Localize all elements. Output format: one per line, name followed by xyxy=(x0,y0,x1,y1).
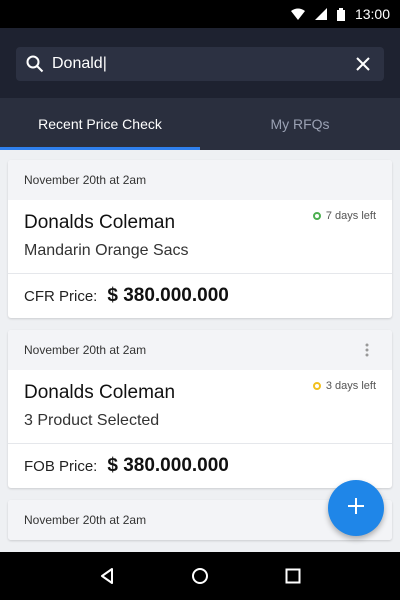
product-name: Mandarin Orange Sacs xyxy=(24,242,189,259)
recents-square-icon xyxy=(285,568,301,584)
card-date: November 20th at 2am xyxy=(24,173,147,187)
status-dot-icon xyxy=(312,382,321,390)
price-label: CFR Price: xyxy=(24,287,98,305)
card-body: Donalds Coleman Mandarin Orange Sacs 7 d… xyxy=(8,200,392,274)
add-button[interactable] xyxy=(328,480,384,536)
battery-icon xyxy=(336,7,345,21)
back-button[interactable] xyxy=(95,564,119,588)
price-value: $ 380.000.000 xyxy=(107,285,229,306)
product-name: 3 Product Selected xyxy=(24,412,160,429)
clear-search-icon[interactable] xyxy=(354,55,372,73)
days-left-badge: 3 days left xyxy=(312,380,376,392)
status-time: 13:00 xyxy=(354,6,390,22)
tab-label: Recent Price Check xyxy=(38,116,162,132)
card-body: Donalds Coleman 3 Product Selected 3 day… xyxy=(8,370,392,444)
home-circle-icon xyxy=(191,568,208,584)
recents-button[interactable] xyxy=(281,564,305,588)
price-label: FOB Price: xyxy=(24,457,98,475)
price-check-card[interactable]: November 20th at 2am Donalds Coleman 3 P… xyxy=(8,330,392,488)
price-check-card[interactable]: November 20th at 2am Donalds Coleman Man… xyxy=(8,160,392,318)
search-input[interactable] xyxy=(52,55,354,73)
tab-bar: Recent Price Check My RFQs xyxy=(0,98,400,150)
days-left-text: 3 days left xyxy=(325,380,376,392)
signal-icon xyxy=(314,8,327,20)
card-footer: CFR Price: $ 380.000.000 xyxy=(8,274,392,318)
status-dot-icon xyxy=(312,212,321,220)
price-value: $ 380.000.000 xyxy=(107,455,229,476)
days-left-text: 7 days left xyxy=(325,210,376,222)
tab-recent-price-check[interactable]: Recent Price Check xyxy=(0,98,200,150)
home-button[interactable] xyxy=(188,564,212,588)
search-icon xyxy=(26,55,44,73)
card-header: November 20th at 2am xyxy=(8,160,392,200)
card-date: November 20th at 2am xyxy=(24,343,147,357)
more-options-icon[interactable] xyxy=(358,341,376,359)
card-header: November 20th at 2am xyxy=(8,330,392,370)
back-triangle-icon xyxy=(100,568,113,584)
app-header xyxy=(0,28,400,98)
days-left-badge: 7 days left xyxy=(312,210,376,222)
wifi-icon xyxy=(290,8,305,20)
navigation-bar xyxy=(0,552,400,600)
tab-my-rfqs[interactable]: My RFQs xyxy=(200,98,400,150)
card-footer: FOB Price: $ 380.000.000 xyxy=(8,444,392,488)
status-bar: 13:00 xyxy=(0,0,400,28)
card-date: November 20th at 2am xyxy=(24,513,147,527)
search-bar[interactable] xyxy=(16,47,384,81)
tab-label: My RFQs xyxy=(270,116,330,132)
plus-icon xyxy=(347,497,365,520)
